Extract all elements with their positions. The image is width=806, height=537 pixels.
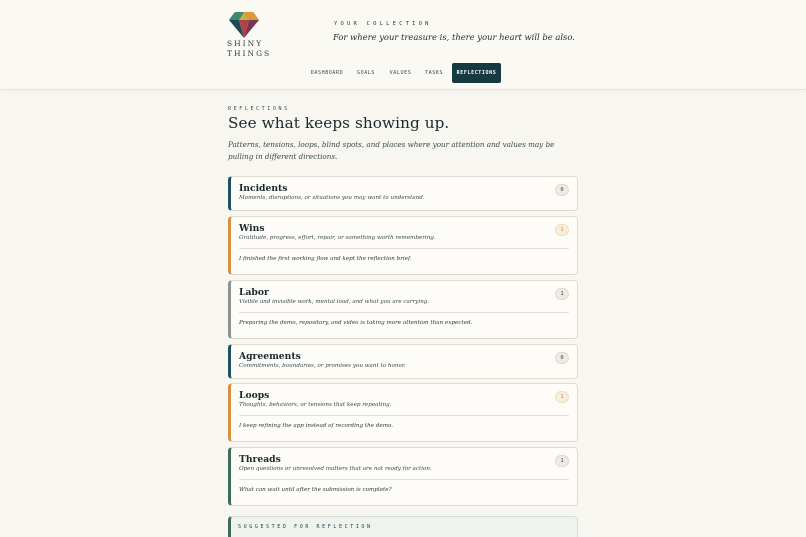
card-title: Agreements <box>239 351 301 362</box>
card-entry[interactable]: What can wait until after the submission… <box>239 487 392 493</box>
card-subtitle: Open questions or unresolved matters tha… <box>239 466 432 472</box>
card-count-badge: 1 <box>555 224 569 236</box>
card-count-badge: 1 <box>555 391 569 403</box>
card-subtitle: Commitments, boundaries, or promises you… <box>239 363 406 369</box>
tagline: For where your treasure is, there your h… <box>333 32 575 42</box>
nav-dashboard[interactable]: DASHBOARD <box>304 63 350 83</box>
card-title: Incidents <box>239 183 288 194</box>
card-agreements[interactable]: Agreements Commitments, boundaries, or p… <box>228 344 578 379</box>
nav-goals[interactable]: GOALS <box>352 63 380 83</box>
suggested-reflection-panel: SUGGESTED FOR REFLECTION <box>228 516 578 537</box>
divider <box>239 479 569 480</box>
brand-name-line1: SHINY <box>227 39 264 48</box>
card-wins[interactable]: Wins Gratitude, progress, effort, repair… <box>228 216 578 275</box>
main-nav: DASHBOARD GOALS VALUES TASKS REFLECTIONS <box>0 63 806 83</box>
card-title: Wins <box>239 223 265 234</box>
card-title: Labor <box>239 287 269 298</box>
card-incidents[interactable]: Incidents Moments, disruptions, or situa… <box>228 176 578 211</box>
card-title: Loops <box>239 390 270 401</box>
card-subtitle: Gratitude, progress, effort, repair, or … <box>239 235 436 241</box>
suggested-label: SUGGESTED FOR REFLECTION <box>238 524 373 530</box>
top-header: SHINY THINGS YOUR COLLECTION For where y… <box>0 0 806 90</box>
card-labor[interactable]: Labor Visible and invisible work, mental… <box>228 280 578 339</box>
brand-name-line2: THINGS <box>227 49 272 58</box>
gem-icon <box>229 12 259 38</box>
card-count-badge: 1 <box>555 288 569 300</box>
nav-reflections[interactable]: REFLECTIONS <box>452 63 501 83</box>
card-entry[interactable]: I keep refining the app instead of recor… <box>239 423 393 429</box>
card-subtitle: Moments, disruptions, or situations you … <box>239 195 425 201</box>
page-description: Patterns, tensions, loops, blind spots, … <box>228 140 555 161</box>
card-entry[interactable]: I finished the first working flow and ke… <box>239 256 412 262</box>
brand-logo[interactable]: SHINY THINGS <box>227 12 272 58</box>
collection-label: YOUR COLLECTION <box>334 21 432 27</box>
nav-tasks[interactable]: TASKS <box>421 63 447 83</box>
card-title: Threads <box>239 454 281 465</box>
card-count-badge: 1 <box>555 455 569 467</box>
section-label: REFLECTIONS <box>228 106 290 112</box>
card-subtitle: Visible and invisible work, mental load,… <box>239 299 430 305</box>
card-count-badge: 0 <box>555 352 569 364</box>
nav-values[interactable]: VALUES <box>386 63 415 83</box>
card-count-badge: 0 <box>555 184 569 196</box>
divider <box>239 415 569 416</box>
divider <box>239 248 569 249</box>
card-entry[interactable]: Preparing the demo, repository, and vide… <box>239 320 472 326</box>
page-title: See what keeps showing up. <box>228 114 450 132</box>
card-subtitle: Thoughts, behaviors, or tensions that ke… <box>239 402 392 408</box>
card-threads[interactable]: Threads Open questions or unresolved mat… <box>228 447 578 506</box>
divider <box>239 312 569 313</box>
card-loops[interactable]: Loops Thoughts, behaviors, or tensions t… <box>228 383 578 442</box>
